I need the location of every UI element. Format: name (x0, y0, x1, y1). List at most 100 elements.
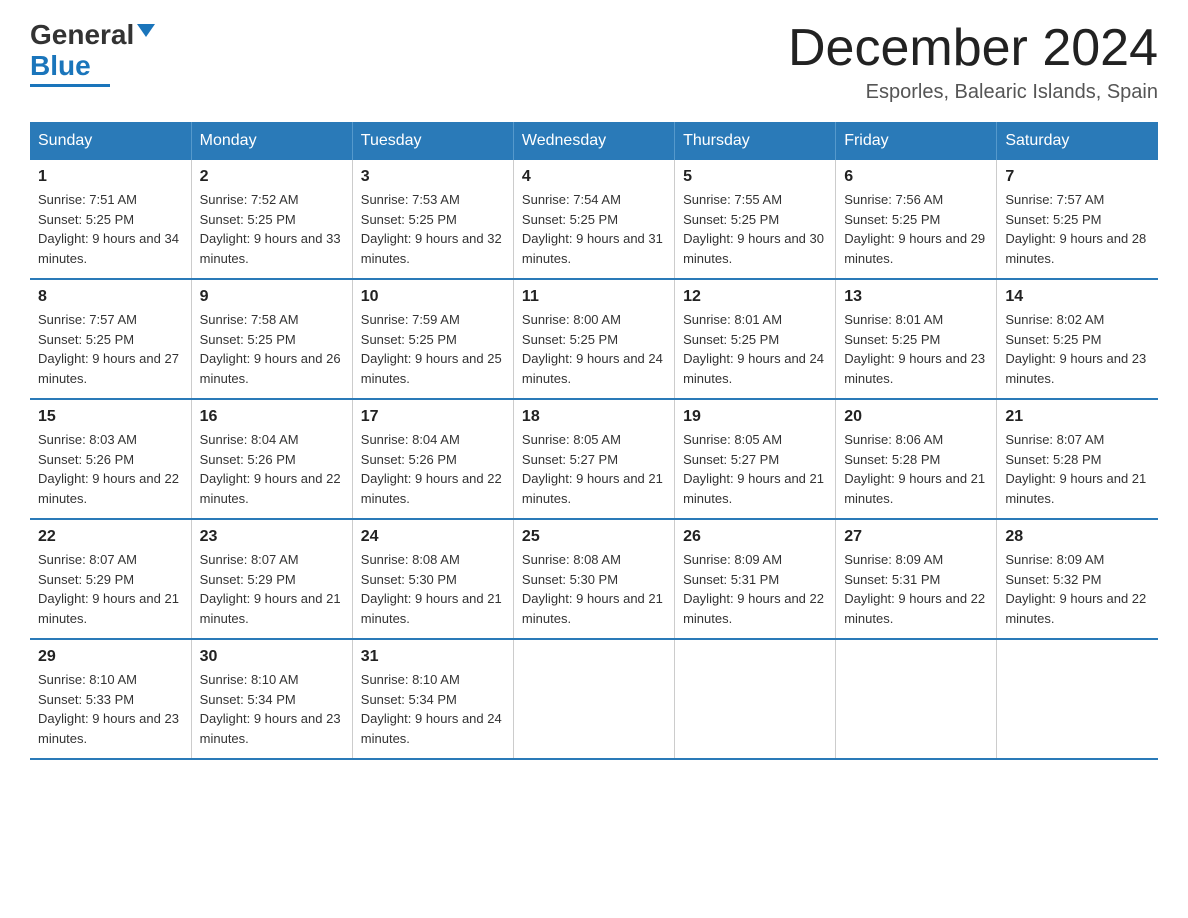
day-number: 10 (361, 288, 505, 306)
calendar-cell: 24 Sunrise: 8:08 AM Sunset: 5:30 PM Dayl… (352, 519, 513, 639)
day-number: 5 (683, 168, 827, 186)
calendar-cell: 1 Sunrise: 7:51 AM Sunset: 5:25 PM Dayli… (30, 160, 191, 279)
logo-text: General Blue (30, 20, 155, 82)
calendar-cell: 14 Sunrise: 8:02 AM Sunset: 5:25 PM Dayl… (997, 279, 1158, 399)
calendar-cell: 3 Sunrise: 7:53 AM Sunset: 5:25 PM Dayli… (352, 160, 513, 279)
day-info: Sunrise: 7:57 AM Sunset: 5:25 PM Dayligh… (38, 310, 183, 388)
day-number: 19 (683, 408, 827, 426)
calendar-cell: 4 Sunrise: 7:54 AM Sunset: 5:25 PM Dayli… (513, 160, 674, 279)
day-info: Sunrise: 7:58 AM Sunset: 5:25 PM Dayligh… (200, 310, 344, 388)
calendar-cell: 29 Sunrise: 8:10 AM Sunset: 5:33 PM Dayl… (30, 639, 191, 759)
day-info: Sunrise: 8:03 AM Sunset: 5:26 PM Dayligh… (38, 430, 183, 508)
title-block: December 2024 Esporles, Balearic Islands… (788, 20, 1158, 104)
day-number: 11 (522, 288, 666, 306)
calendar-cell: 10 Sunrise: 7:59 AM Sunset: 5:25 PM Dayl… (352, 279, 513, 399)
logo-blue: Blue (30, 50, 91, 81)
col-saturday: Saturday (997, 122, 1158, 160)
week-row-3: 15 Sunrise: 8:03 AM Sunset: 5:26 PM Dayl… (30, 399, 1158, 519)
day-number: 24 (361, 528, 505, 546)
day-info: Sunrise: 8:10 AM Sunset: 5:34 PM Dayligh… (200, 670, 344, 748)
day-info: Sunrise: 8:09 AM Sunset: 5:31 PM Dayligh… (844, 550, 988, 628)
day-number: 17 (361, 408, 505, 426)
day-info: Sunrise: 8:04 AM Sunset: 5:26 PM Dayligh… (200, 430, 344, 508)
col-tuesday: Tuesday (352, 122, 513, 160)
day-number: 31 (361, 648, 505, 666)
day-number: 20 (844, 408, 988, 426)
day-info: Sunrise: 8:04 AM Sunset: 5:26 PM Dayligh… (361, 430, 505, 508)
calendar-table: Sunday Monday Tuesday Wednesday Thursday… (30, 122, 1158, 760)
day-info: Sunrise: 8:08 AM Sunset: 5:30 PM Dayligh… (522, 550, 666, 628)
day-number: 2 (200, 168, 344, 186)
page-header: General Blue December 2024 Esporles, Bal… (30, 20, 1158, 104)
calendar-cell: 20 Sunrise: 8:06 AM Sunset: 5:28 PM Dayl… (836, 399, 997, 519)
day-number: 27 (844, 528, 988, 546)
calendar-cell: 5 Sunrise: 7:55 AM Sunset: 5:25 PM Dayli… (675, 160, 836, 279)
week-row-5: 29 Sunrise: 8:10 AM Sunset: 5:33 PM Dayl… (30, 639, 1158, 759)
calendar-cell: 13 Sunrise: 8:01 AM Sunset: 5:25 PM Dayl… (836, 279, 997, 399)
calendar-cell: 6 Sunrise: 7:56 AM Sunset: 5:25 PM Dayli… (836, 160, 997, 279)
calendar-cell: 31 Sunrise: 8:10 AM Sunset: 5:34 PM Dayl… (352, 639, 513, 759)
day-number: 8 (38, 288, 183, 306)
calendar-cell: 7 Sunrise: 7:57 AM Sunset: 5:25 PM Dayli… (997, 160, 1158, 279)
day-number: 1 (38, 168, 183, 186)
logo-triangle-icon (137, 24, 155, 37)
day-info: Sunrise: 7:59 AM Sunset: 5:25 PM Dayligh… (361, 310, 505, 388)
calendar-cell (675, 639, 836, 759)
day-info: Sunrise: 8:06 AM Sunset: 5:28 PM Dayligh… (844, 430, 988, 508)
day-number: 12 (683, 288, 827, 306)
day-info: Sunrise: 8:07 AM Sunset: 5:29 PM Dayligh… (200, 550, 344, 628)
day-number: 14 (1005, 288, 1150, 306)
calendar-cell: 17 Sunrise: 8:04 AM Sunset: 5:26 PM Dayl… (352, 399, 513, 519)
day-number: 21 (1005, 408, 1150, 426)
day-number: 13 (844, 288, 988, 306)
day-info: Sunrise: 8:00 AM Sunset: 5:25 PM Dayligh… (522, 310, 666, 388)
day-info: Sunrise: 8:08 AM Sunset: 5:30 PM Dayligh… (361, 550, 505, 628)
calendar-cell (997, 639, 1158, 759)
calendar-cell (836, 639, 997, 759)
day-info: Sunrise: 8:05 AM Sunset: 5:27 PM Dayligh… (522, 430, 666, 508)
week-row-2: 8 Sunrise: 7:57 AM Sunset: 5:25 PM Dayli… (30, 279, 1158, 399)
calendar-cell: 8 Sunrise: 7:57 AM Sunset: 5:25 PM Dayli… (30, 279, 191, 399)
calendar-cell: 9 Sunrise: 7:58 AM Sunset: 5:25 PM Dayli… (191, 279, 352, 399)
calendar-cell: 28 Sunrise: 8:09 AM Sunset: 5:32 PM Dayl… (997, 519, 1158, 639)
day-number: 9 (200, 288, 344, 306)
day-info: Sunrise: 8:10 AM Sunset: 5:34 PM Dayligh… (361, 670, 505, 748)
col-thursday: Thursday (675, 122, 836, 160)
logo: General Blue (30, 20, 155, 87)
day-info: Sunrise: 8:07 AM Sunset: 5:29 PM Dayligh… (38, 550, 183, 628)
day-info: Sunrise: 8:01 AM Sunset: 5:25 PM Dayligh… (683, 310, 827, 388)
day-number: 16 (200, 408, 344, 426)
calendar-cell: 21 Sunrise: 8:07 AM Sunset: 5:28 PM Dayl… (997, 399, 1158, 519)
weekday-header-row: Sunday Monday Tuesday Wednesday Thursday… (30, 122, 1158, 160)
day-info: Sunrise: 7:53 AM Sunset: 5:25 PM Dayligh… (361, 190, 505, 268)
day-info: Sunrise: 7:52 AM Sunset: 5:25 PM Dayligh… (200, 190, 344, 268)
calendar-cell: 12 Sunrise: 8:01 AM Sunset: 5:25 PM Dayl… (675, 279, 836, 399)
day-number: 30 (200, 648, 344, 666)
week-row-1: 1 Sunrise: 7:51 AM Sunset: 5:25 PM Dayli… (30, 160, 1158, 279)
calendar-cell: 30 Sunrise: 8:10 AM Sunset: 5:34 PM Dayl… (191, 639, 352, 759)
calendar-cell: 23 Sunrise: 8:07 AM Sunset: 5:29 PM Dayl… (191, 519, 352, 639)
calendar-cell: 25 Sunrise: 8:08 AM Sunset: 5:30 PM Dayl… (513, 519, 674, 639)
day-number: 23 (200, 528, 344, 546)
day-number: 28 (1005, 528, 1150, 546)
logo-underline (30, 84, 110, 87)
day-info: Sunrise: 8:09 AM Sunset: 5:32 PM Dayligh… (1005, 550, 1150, 628)
calendar-cell: 22 Sunrise: 8:07 AM Sunset: 5:29 PM Dayl… (30, 519, 191, 639)
day-number: 29 (38, 648, 183, 666)
day-number: 4 (522, 168, 666, 186)
calendar-cell: 16 Sunrise: 8:04 AM Sunset: 5:26 PM Dayl… (191, 399, 352, 519)
col-friday: Friday (836, 122, 997, 160)
day-info: Sunrise: 8:01 AM Sunset: 5:25 PM Dayligh… (844, 310, 988, 388)
calendar-cell: 15 Sunrise: 8:03 AM Sunset: 5:26 PM Dayl… (30, 399, 191, 519)
col-monday: Monday (191, 122, 352, 160)
day-info: Sunrise: 7:55 AM Sunset: 5:25 PM Dayligh… (683, 190, 827, 268)
day-number: 22 (38, 528, 183, 546)
day-number: 7 (1005, 168, 1150, 186)
day-info: Sunrise: 8:10 AM Sunset: 5:33 PM Dayligh… (38, 670, 183, 748)
day-info: Sunrise: 7:56 AM Sunset: 5:25 PM Dayligh… (844, 190, 988, 268)
calendar-cell: 27 Sunrise: 8:09 AM Sunset: 5:31 PM Dayl… (836, 519, 997, 639)
calendar-cell: 26 Sunrise: 8:09 AM Sunset: 5:31 PM Dayl… (675, 519, 836, 639)
calendar-cell (513, 639, 674, 759)
calendar-cell: 19 Sunrise: 8:05 AM Sunset: 5:27 PM Dayl… (675, 399, 836, 519)
day-info: Sunrise: 8:05 AM Sunset: 5:27 PM Dayligh… (683, 430, 827, 508)
